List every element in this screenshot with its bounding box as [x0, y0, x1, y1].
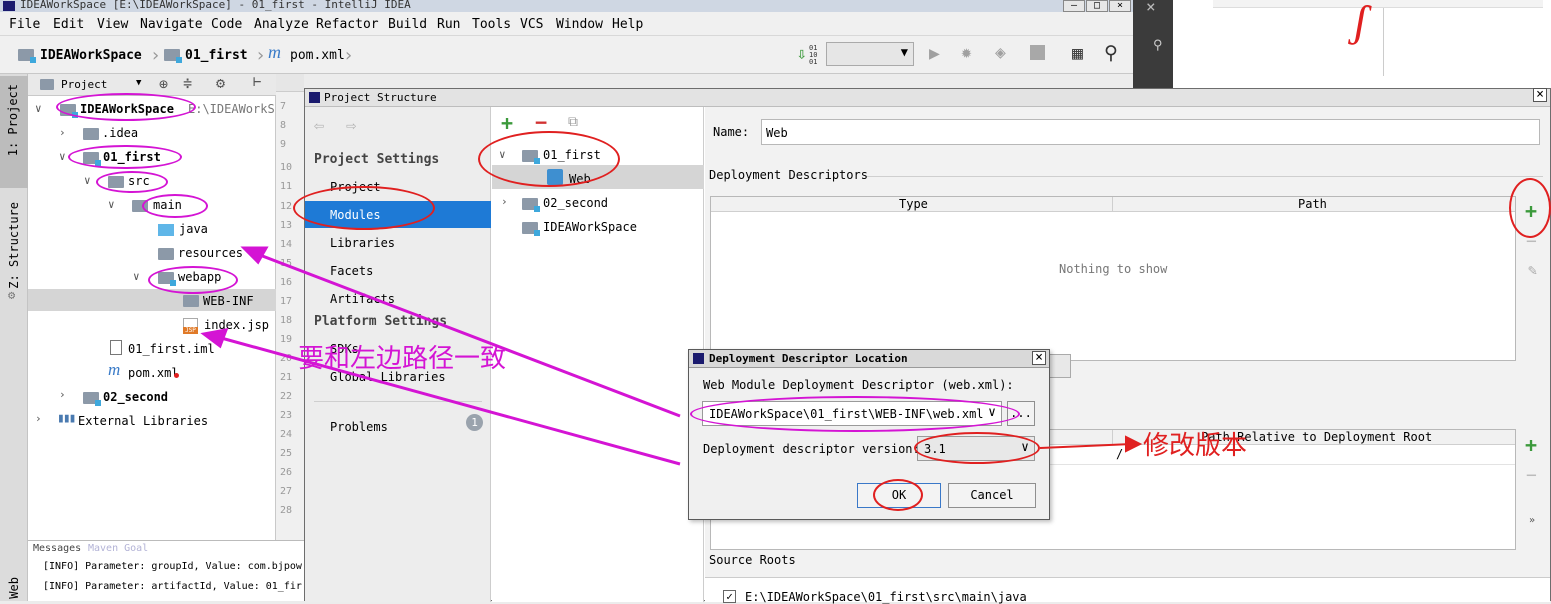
arrow-head: [1125, 435, 1143, 453]
arrow-to-note: [1039, 443, 1133, 449]
arrow-to-resources: [251, 250, 681, 418]
annotation-arrows: [200, 246, 1143, 466]
arrow-head: [200, 328, 229, 349]
annotation-note-left: 要和左边路径一致: [298, 344, 507, 373]
annotation-note-right: 修改版本: [1143, 431, 1248, 460]
arrow-head: [240, 246, 269, 265]
